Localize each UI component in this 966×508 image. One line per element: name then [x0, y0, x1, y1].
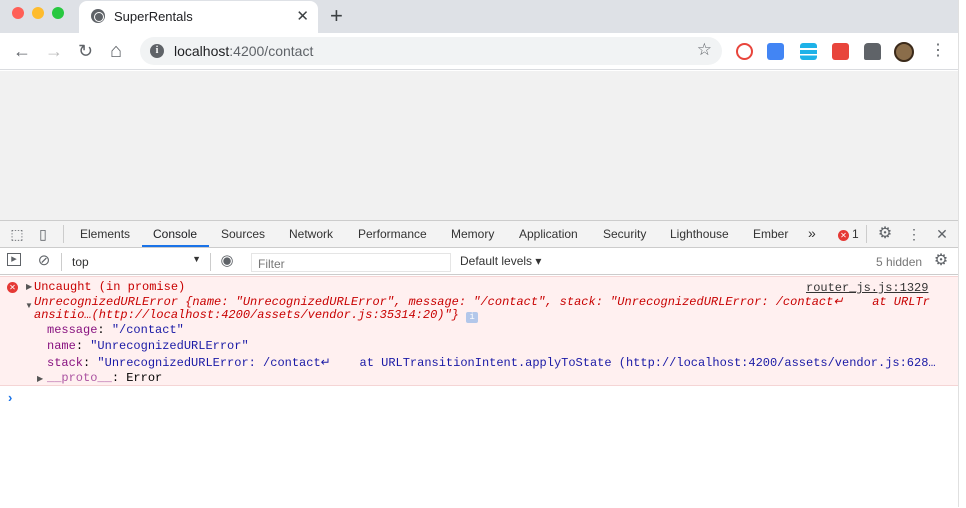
filter-input[interactable]: Filter	[251, 253, 451, 272]
tab-ember[interactable]: Ember	[753, 227, 788, 241]
page-content	[0, 71, 958, 220]
close-window-button[interactable]	[12, 7, 24, 19]
tab-application[interactable]: Application	[519, 227, 578, 241]
globe-icon	[91, 9, 105, 23]
url-path: :4200/contact	[229, 43, 314, 59]
expand-triangle-icon[interactable]: ▶	[26, 282, 32, 291]
url-host: localhost	[174, 43, 230, 59]
translate-extension-icon[interactable]	[767, 43, 784, 60]
context-value: top	[72, 255, 89, 269]
show-sidebar-icon[interactable]: ▸	[7, 253, 21, 266]
error-count-badge[interactable]: ✕ 1	[838, 227, 859, 241]
devtools-menu-icon[interactable]: ⋮	[906, 226, 922, 242]
extension-network-icon[interactable]	[736, 43, 753, 60]
tab-elements[interactable]: Elements	[80, 227, 130, 241]
chevron-down-icon: ▼	[192, 254, 201, 264]
tab-performance[interactable]: Performance	[358, 227, 427, 241]
address-bar[interactable]: i localhost:4200/contact ☆	[140, 37, 722, 65]
browser-toolbar: ← → ↻ ⌂ i localhost:4200/contact ☆ ⋮	[0, 33, 958, 70]
browser-menu-icon[interactable]: ⋮	[930, 41, 946, 61]
tab-security[interactable]: Security	[603, 227, 646, 241]
prop-key: stack	[47, 356, 84, 370]
tab-network[interactable]: Network	[289, 227, 333, 241]
site-info-icon[interactable]: i	[150, 44, 164, 58]
tab-sources[interactable]: Sources	[221, 227, 265, 241]
prop-message: message: "/contact"	[47, 323, 184, 337]
filter-extension-icon[interactable]	[800, 43, 817, 60]
console-filter-bar: ▸ ⊘ top ▼ ◉ Filter Default levels ▾ 5 hi…	[0, 249, 958, 275]
device-toolbar-icon[interactable]: ▯	[35, 226, 51, 242]
console-settings-icon[interactable]: ⚙	[933, 253, 949, 269]
home-button[interactable]: ⌂	[110, 39, 122, 63]
reload-button[interactable]: ↻	[78, 39, 93, 63]
tab-memory[interactable]: Memory	[451, 227, 494, 241]
new-tab-button[interactable]: +	[330, 3, 343, 29]
bookmark-star-icon[interactable]: ☆	[697, 40, 712, 60]
profile-avatar[interactable]	[894, 42, 914, 62]
ember-inspector-extension-icon[interactable]	[832, 43, 849, 60]
prop-key: name	[47, 339, 76, 353]
clear-console-icon[interactable]: ⊘	[36, 253, 52, 269]
more-tabs-button[interactable]: »	[808, 225, 816, 241]
prop-proto[interactable]: __proto__: Error	[47, 371, 162, 385]
divider	[61, 253, 62, 271]
active-tab-indicator	[142, 245, 209, 247]
collapse-triangle-icon[interactable]: ▼	[25, 301, 33, 310]
divider	[210, 253, 211, 271]
close-devtools-icon[interactable]: ✕	[934, 226, 950, 242]
log-levels-dropdown[interactable]: Default levels ▾	[460, 254, 541, 268]
close-tab-icon[interactable]: ✕	[296, 7, 309, 25]
eye-icon[interactable]: ◉	[219, 253, 235, 269]
devtools-tabbar: ⬚ ▯ Elements Console Sources Network Per…	[0, 221, 958, 248]
puzzle-extensions-icon[interactable]	[864, 43, 881, 60]
console-prompt[interactable]: ›	[8, 390, 12, 405]
prop-name: name: "UnrecognizedURLError"	[47, 339, 249, 353]
prop-value: "UnrecognizedURLError"	[90, 339, 249, 353]
source-link[interactable]: router_js.js:1329	[806, 281, 928, 295]
divider	[63, 225, 64, 243]
prop-value: "UnrecognizedURLError: /contact↵ at URLT…	[97, 356, 936, 370]
summary-text: ansitio…(http://localhost:4200/assets/ve…	[34, 308, 459, 322]
error-icon: ✕	[838, 230, 849, 241]
tab-console[interactable]: Console	[153, 227, 197, 241]
context-select[interactable]: top ▼	[67, 253, 203, 271]
error-object-summary-cont: ansitio…(http://localhost:4200/assets/ve…	[34, 308, 479, 323]
proto-value: Error	[126, 371, 163, 385]
inspect-element-icon[interactable]: ⬚	[9, 226, 25, 242]
proto-key: __proto__	[47, 371, 112, 385]
url-text[interactable]: localhost:4200/contact	[174, 43, 313, 59]
prop-value: "/contact"	[111, 323, 184, 337]
tab-lighthouse[interactable]: Lighthouse	[670, 227, 729, 241]
error-object-summary[interactable]: UnrecognizedURLError {name: "Unrecognize…	[34, 294, 930, 309]
hidden-count: 5 hidden	[876, 255, 923, 269]
error-icon: ✕	[7, 282, 18, 293]
info-icon[interactable]: i	[466, 312, 479, 323]
prop-stack[interactable]: stack: "UnrecognizedURLError: /contact↵ …	[47, 355, 936, 370]
expand-proto-icon[interactable]: ▶	[37, 374, 43, 383]
browser-tab[interactable]: SuperRentals ✕	[79, 1, 318, 33]
error-count: 1	[852, 227, 859, 241]
settings-gear-icon[interactable]: ⚙	[877, 226, 893, 242]
divider	[866, 225, 867, 243]
back-button[interactable]: ←	[13, 39, 31, 63]
tab-strip: SuperRentals ✕ +	[0, 0, 958, 33]
error-message: ✕ ▶ Uncaught (in promise) router_js.js:1…	[0, 276, 958, 386]
error-title[interactable]: Uncaught (in promise)	[34, 280, 185, 294]
maximize-window-button[interactable]	[52, 7, 64, 19]
filter-placeholder: Filter	[258, 257, 285, 271]
console-output: ✕ ▶ Uncaught (in promise) router_js.js:1…	[0, 276, 958, 508]
forward-button[interactable]: →	[45, 39, 63, 63]
prop-key: message	[47, 323, 98, 337]
devtools-panel: ⬚ ▯ Elements Console Sources Network Per…	[0, 220, 958, 507]
background-window-edge	[958, 0, 966, 507]
minimize-window-button[interactable]	[32, 7, 44, 19]
tab-title: SuperRentals	[114, 9, 193, 24]
browser-window: SuperRentals ✕ + ← → ↻ ⌂ i localhost:420…	[0, 0, 958, 507]
